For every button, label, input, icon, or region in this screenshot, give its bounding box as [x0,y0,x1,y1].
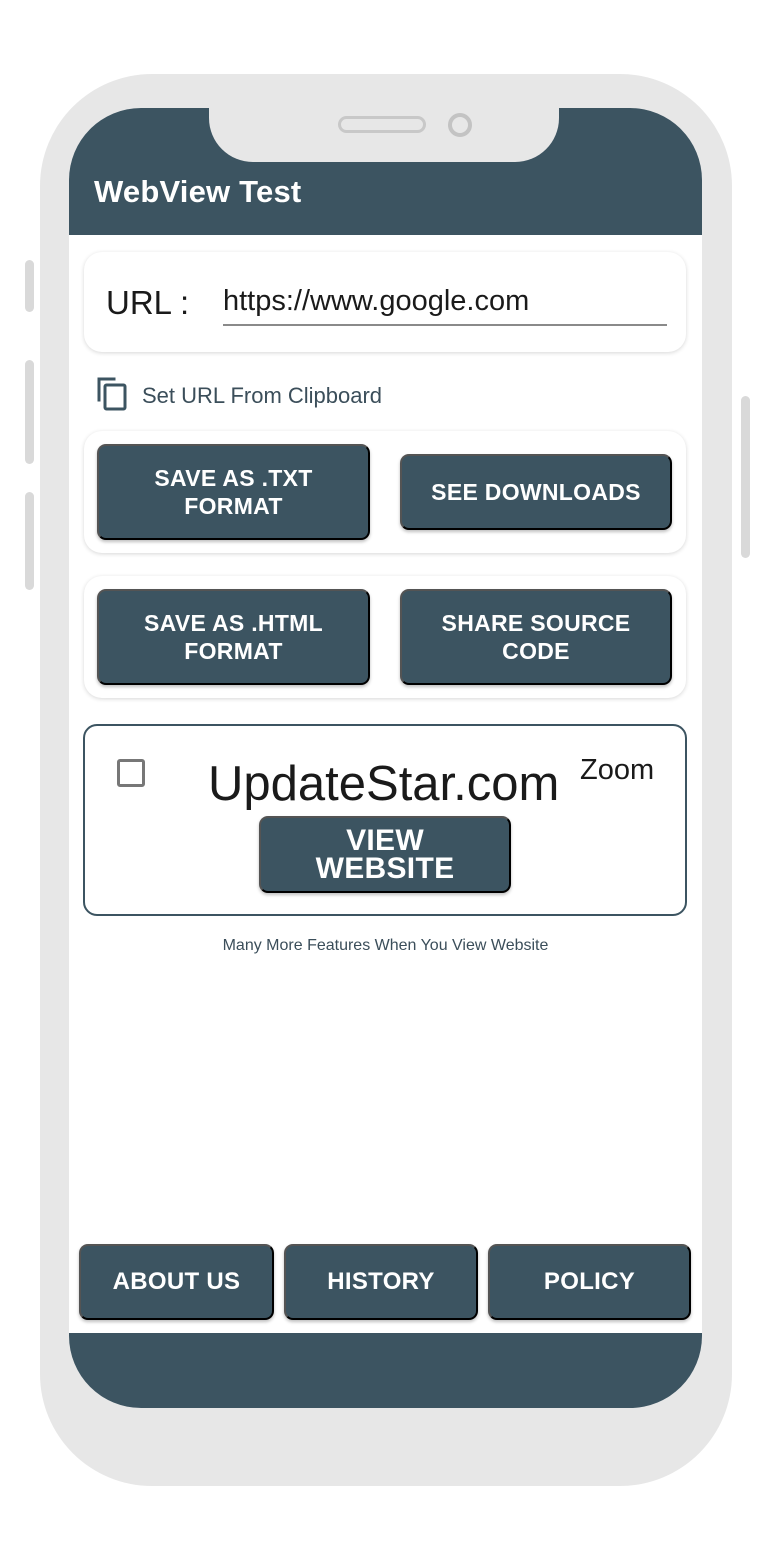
camera-icon [448,113,472,137]
url-label: URL : [106,284,190,321]
about-us-button[interactable]: ABOUT US [79,1244,274,1320]
history-button[interactable]: HISTORY [284,1244,478,1320]
see-downloads-button[interactable]: SEE DOWNLOADS [400,454,672,530]
policy-button[interactable]: POLICY [488,1244,691,1320]
phone-side-button-volume-up [25,360,34,464]
bottom-bar [69,1333,702,1408]
share-source-code-button[interactable]: SHARE SOURCE CODE [400,589,672,685]
set-url-from-clipboard[interactable]: Set URL From Clipboard [96,376,416,412]
clipboard-label: Set URL From Clipboard [142,383,383,408]
zoom-label: Zoom [580,754,655,786]
phone-side-button-power [741,396,750,558]
phone-screen: WebView Test URL : Set URL From Clipboar… [69,108,702,1408]
url-card: URL : [84,252,686,352]
url-input[interactable] [223,278,667,326]
phone-side-button-silent [25,260,34,312]
phone-side-button-volume-down [25,492,34,590]
view-website-button[interactable]: VIEW WEBSITE [259,816,511,893]
website-viewer-card: UpdateStar.com Zoom VIEW WEBSITE [83,724,687,916]
save-as-html-button[interactable]: SAVE AS .HTML FORMAT [97,589,370,685]
app-title: WebView Test [94,174,302,209]
zoom-checkbox[interactable] [117,759,145,787]
speaker-icon [338,116,426,133]
phone-notch [209,98,559,162]
features-note: Many More Features When You View Website [222,937,549,954]
copy-icon [97,377,127,411]
site-name: UpdateStar.com [208,757,560,811]
save-as-txt-button[interactable]: SAVE AS .TXT FORMAT [97,444,370,540]
